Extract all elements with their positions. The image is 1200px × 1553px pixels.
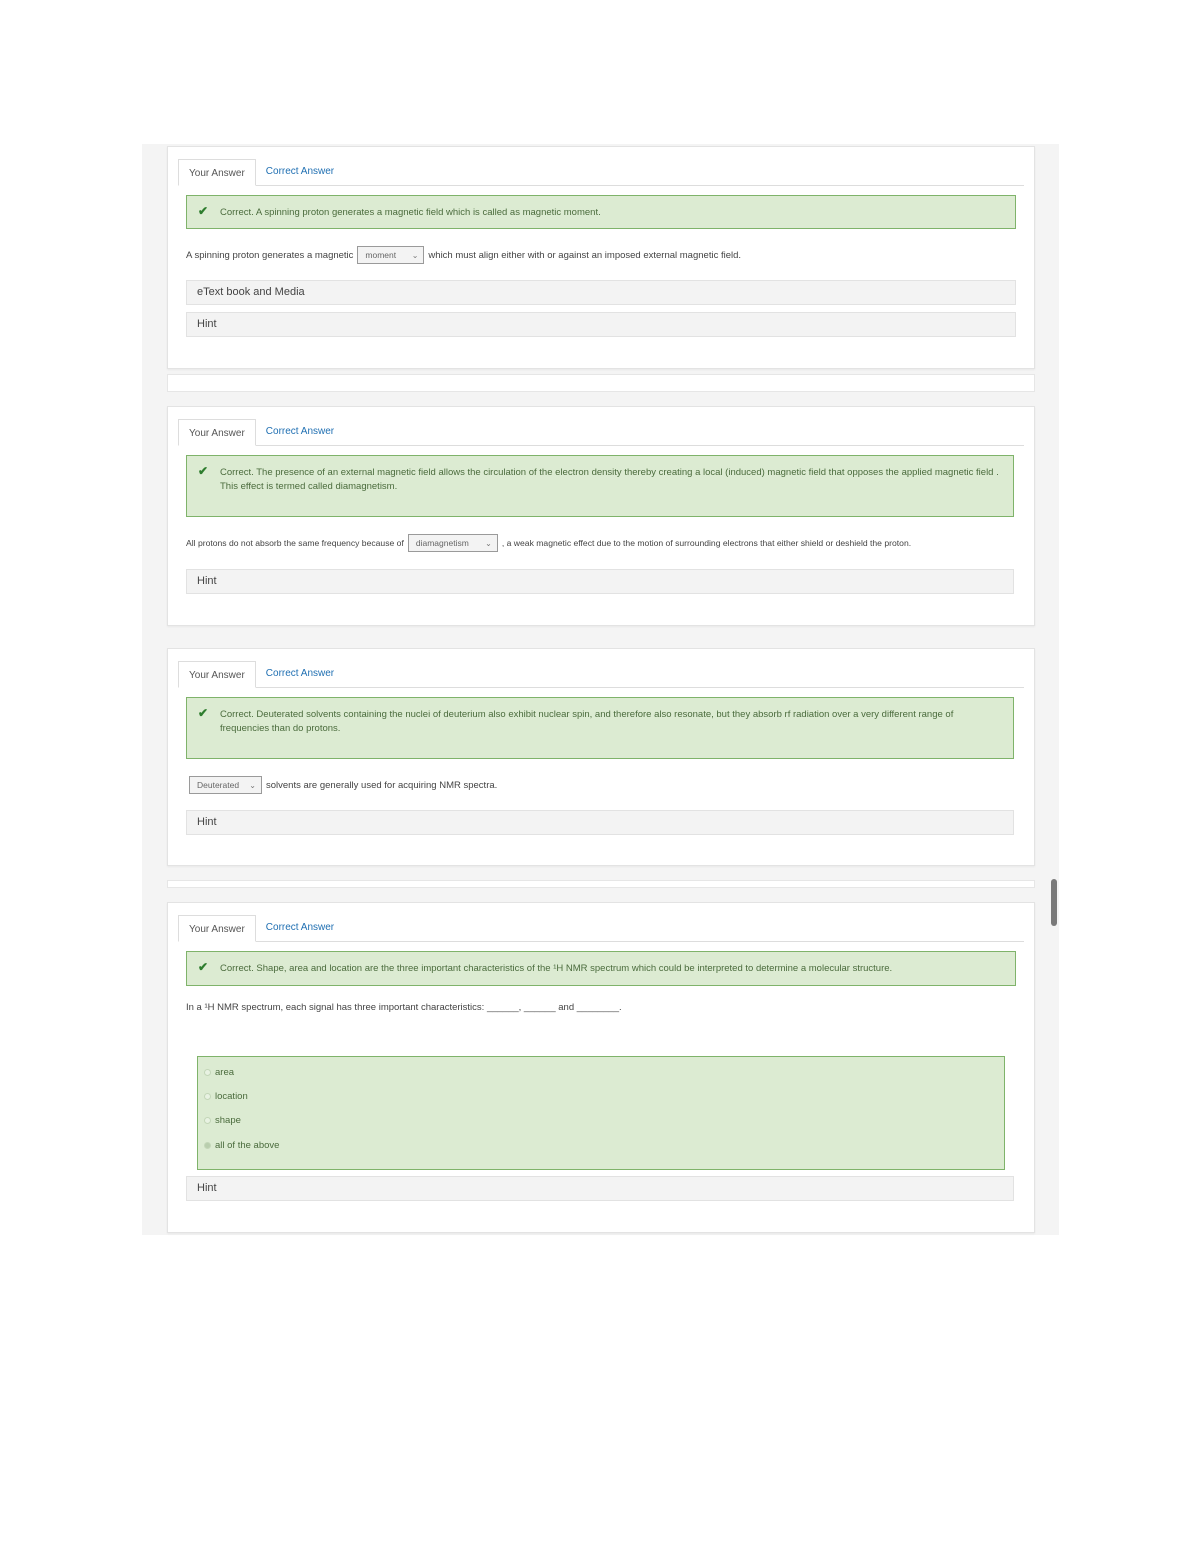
question-panel-1: Your Answer Correct Answer ✔ Correct. A …: [167, 146, 1035, 369]
option-label: all of the above: [215, 1140, 280, 1151]
answer-tabs: Your Answer Correct Answer: [178, 417, 1024, 446]
check-icon: ✔: [198, 464, 209, 478]
option-label: area: [215, 1067, 235, 1078]
answer-select[interactable]: Deuterated ⌄: [189, 776, 262, 794]
question-panel-3: Your Answer Correct Answer ✔ Correct. De…: [167, 648, 1035, 866]
check-icon: ✔: [198, 706, 209, 720]
question-prompt: In a ¹H NMR spectrum, each signal has th…: [186, 1001, 622, 1013]
radio-button[interactable]: [204, 1117, 211, 1124]
select-value: moment: [365, 250, 397, 260]
hint-button[interactable]: Hint: [186, 810, 1014, 835]
option-shape[interactable]: shape: [204, 1115, 241, 1126]
radio-button[interactable]: [204, 1069, 211, 1076]
scrollbar-thumb[interactable]: [1051, 879, 1057, 926]
tab-your-answer[interactable]: Your Answer: [178, 419, 256, 446]
etextbook-media-button[interactable]: eText book and Media: [186, 280, 1016, 305]
question-text-after: , a weak magnetic effect due to the moti…: [501, 538, 912, 548]
feedback-box: ✔ Correct. Deuterated solvents containin…: [186, 697, 1014, 759]
panel-divider: [167, 374, 1035, 392]
panel-divider: [167, 880, 1035, 888]
option-all-of-the-above[interactable]: all of the above: [204, 1140, 279, 1151]
tab-correct-answer[interactable]: Correct Answer: [256, 914, 344, 941]
tab-your-answer[interactable]: Your Answer: [178, 159, 256, 186]
tab-correct-answer[interactable]: Correct Answer: [256, 660, 344, 687]
hint-button[interactable]: Hint: [186, 569, 1014, 594]
answer-select[interactable]: moment ⌄: [357, 246, 425, 264]
answer-options: area location shape all of the above: [197, 1056, 1005, 1170]
chevron-down-icon: ⌄: [249, 780, 256, 790]
tab-correct-answer[interactable]: Correct Answer: [256, 158, 344, 185]
question-text: In a ¹H NMR spectrum, each signal has th…: [186, 998, 1024, 1016]
feedback-text: Correct. Deuterated solvents containing …: [220, 709, 954, 734]
tab-correct-answer[interactable]: Correct Answer: [256, 418, 344, 445]
tab-your-answer[interactable]: Your Answer: [178, 915, 256, 942]
feedback-box: ✔ Correct. Shape, area and location are …: [186, 951, 1016, 986]
answer-tabs: Your Answer Correct Answer: [178, 659, 1024, 688]
tab-your-answer[interactable]: Your Answer: [178, 661, 256, 688]
hint-button[interactable]: Hint: [186, 1176, 1014, 1201]
question-text-before: All protons do not absorb the same frequ…: [186, 538, 404, 548]
feedback-box: ✔ Correct. A spinning proton generates a…: [186, 195, 1016, 229]
answer-tabs: Your Answer Correct Answer: [178, 157, 1024, 186]
question-panel-2: Your Answer Correct Answer ✔ Correct. Th…: [167, 406, 1035, 626]
radio-button[interactable]: [204, 1093, 211, 1100]
option-label: shape: [215, 1115, 241, 1126]
option-label: location: [215, 1091, 248, 1102]
hint-button[interactable]: Hint: [186, 312, 1016, 337]
check-icon: ✔: [198, 960, 209, 974]
radio-button-selected[interactable]: [204, 1142, 211, 1149]
chevron-down-icon: ⌄: [411, 250, 419, 260]
question-text-after: solvents are generally used for acquirin…: [266, 779, 498, 791]
option-location[interactable]: location: [204, 1091, 248, 1102]
question-text-after: which must align either with or against …: [428, 249, 742, 261]
feedback-text: Correct. Shape, area and location are th…: [220, 963, 893, 974]
answer-tabs: Your Answer Correct Answer: [178, 913, 1024, 942]
check-icon: ✔: [198, 204, 209, 218]
feedback-text: Correct. A spinning proton generates a m…: [220, 207, 601, 218]
feedback-box: ✔ Correct. The presence of an external m…: [186, 455, 1014, 517]
question-text-before: A spinning proton generates a magnetic: [186, 249, 354, 261]
question-panel-4: Your Answer Correct Answer ✔ Correct. Sh…: [167, 902, 1035, 1233]
option-area[interactable]: area: [204, 1067, 234, 1078]
chevron-down-icon: ⌄: [485, 538, 492, 548]
select-value: Deuterated: [197, 780, 240, 790]
question-text: All protons do not absorb the same frequ…: [186, 533, 1024, 553]
question-text: Deuterated ⌄ solvents are generally used…: [189, 775, 1024, 795]
feedback-text: Correct. The presence of an external mag…: [220, 467, 999, 492]
answer-select[interactable]: diamagnetism ⌄: [407, 534, 498, 552]
select-value: diamagnetism: [415, 538, 469, 548]
question-text: A spinning proton generates a magnetic m…: [186, 245, 1024, 265]
